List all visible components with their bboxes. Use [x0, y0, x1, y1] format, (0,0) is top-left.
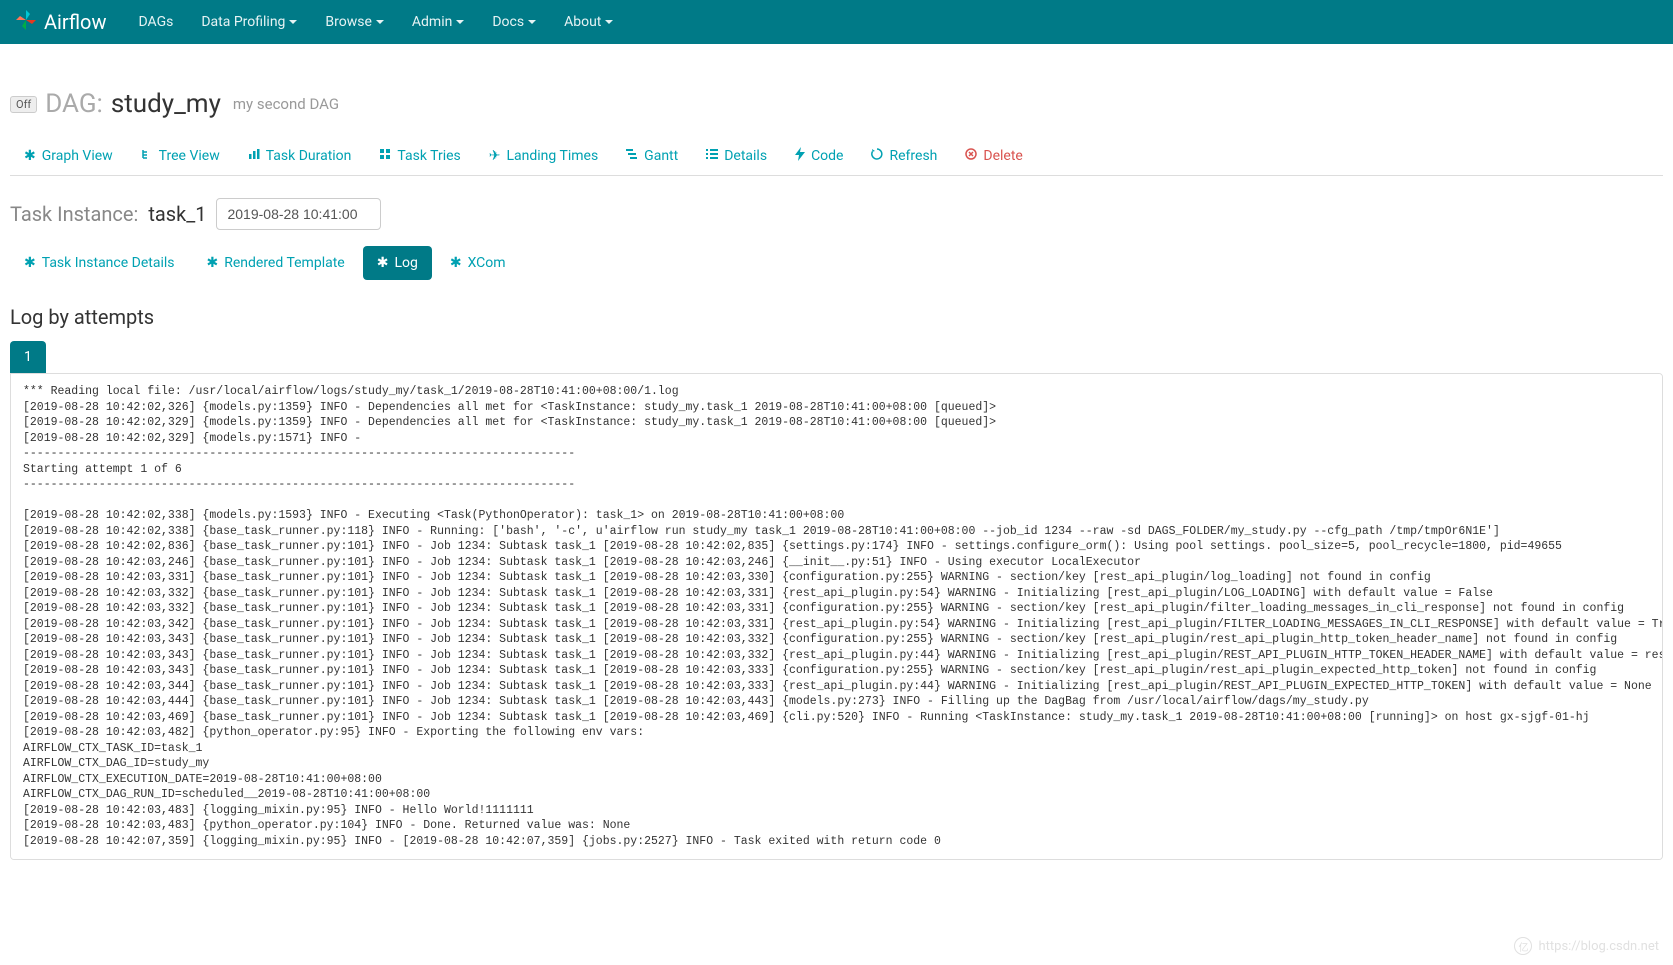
tab-task-instance-details[interactable]: ✱Task Instance Details [10, 246, 188, 280]
tab-gantt[interactable]: Gantt [612, 137, 692, 175]
caret-icon [376, 20, 384, 24]
dag-description: my second DAG [233, 95, 339, 113]
refresh-icon [871, 148, 883, 164]
tab-details[interactable]: Details [692, 137, 781, 175]
nav-item-data-profiling[interactable]: Data Profiling [187, 0, 311, 44]
nav-item-admin[interactable]: Admin [398, 0, 478, 44]
nav-item-browse[interactable]: Browse [311, 0, 397, 44]
tab-code[interactable]: Code [781, 137, 857, 175]
bar-chart-icon [248, 148, 260, 164]
nav-item-dags[interactable]: DAGs [124, 0, 187, 44]
tab-xcom[interactable]: ✱XCom [436, 246, 520, 280]
execution-date-input[interactable] [216, 198, 381, 230]
dag-header: Off DAG: study_my my second DAG [10, 89, 1663, 119]
tab-log[interactable]: ✱Log [363, 246, 432, 280]
bolt-icon [795, 147, 805, 165]
brand-text: Airflow [44, 10, 106, 34]
dag-title-prefix: DAG: [45, 89, 103, 119]
log-section-title: Log by attempts [10, 305, 1663, 329]
asterisk-icon: ✱ [24, 148, 36, 164]
asterisk-icon: ✱ [377, 255, 389, 271]
attempt-tabs: 1 [10, 341, 1663, 373]
plane-icon: ✈ [489, 148, 501, 164]
tries-icon [379, 148, 391, 164]
watermark: 亿 https://blog.csdn.net [1514, 937, 1659, 955]
tab-refresh[interactable]: Refresh [857, 137, 951, 175]
nav-item-docs[interactable]: Docs [478, 0, 550, 44]
task-instance-label: Task Instance: [10, 202, 138, 226]
task-sub-tabs: ✱Task Instance Details ✱Rendered Templat… [10, 246, 1663, 280]
asterisk-icon: ✱ [24, 255, 36, 271]
main-container: Off DAG: study_my my second DAG ✱Graph V… [0, 44, 1673, 870]
airflow-logo-icon [14, 8, 44, 37]
tab-graph-view[interactable]: ✱Graph View [10, 137, 127, 175]
watermark-text: https://blog.csdn.net [1538, 939, 1659, 954]
delete-icon [965, 148, 977, 164]
brand-link[interactable]: Airflow [14, 8, 106, 37]
tab-task-duration[interactable]: Task Duration [234, 137, 366, 175]
dag-title: study_my [111, 89, 221, 119]
caret-icon [528, 20, 536, 24]
view-tabs: ✱Graph View Tree View Task Duration Task… [10, 137, 1663, 176]
dag-pause-toggle[interactable]: Off [10, 96, 37, 113]
task-instance-header: Task Instance: task_1 [10, 198, 1663, 230]
attempt-tab-1[interactable]: 1 [10, 341, 46, 373]
caret-icon [289, 20, 297, 24]
watermark-icon: 亿 [1514, 937, 1532, 955]
log-content[interactable]: *** Reading local file: /usr/local/airfl… [10, 373, 1663, 860]
nav-item-about[interactable]: About [550, 0, 627, 44]
tab-delete[interactable]: Delete [951, 137, 1036, 175]
caret-icon [605, 20, 613, 24]
tab-rendered-template[interactable]: ✱Rendered Template [192, 246, 358, 280]
task-instance-name: task_1 [148, 202, 206, 226]
list-icon [706, 148, 718, 164]
tab-tree-view[interactable]: Tree View [127, 137, 234, 175]
tree-icon [141, 148, 153, 164]
top-navbar: Airflow DAGs Data Profiling Browse Admin… [0, 0, 1673, 44]
asterisk-icon: ✱ [206, 255, 218, 271]
asterisk-icon: ✱ [450, 255, 462, 271]
tab-landing-times[interactable]: ✈Landing Times [475, 137, 612, 175]
tab-task-tries[interactable]: Task Tries [365, 137, 474, 175]
caret-icon [456, 20, 464, 24]
gantt-icon [626, 148, 638, 164]
navbar-menu: DAGs Data Profiling Browse Admin Docs Ab… [124, 0, 627, 44]
